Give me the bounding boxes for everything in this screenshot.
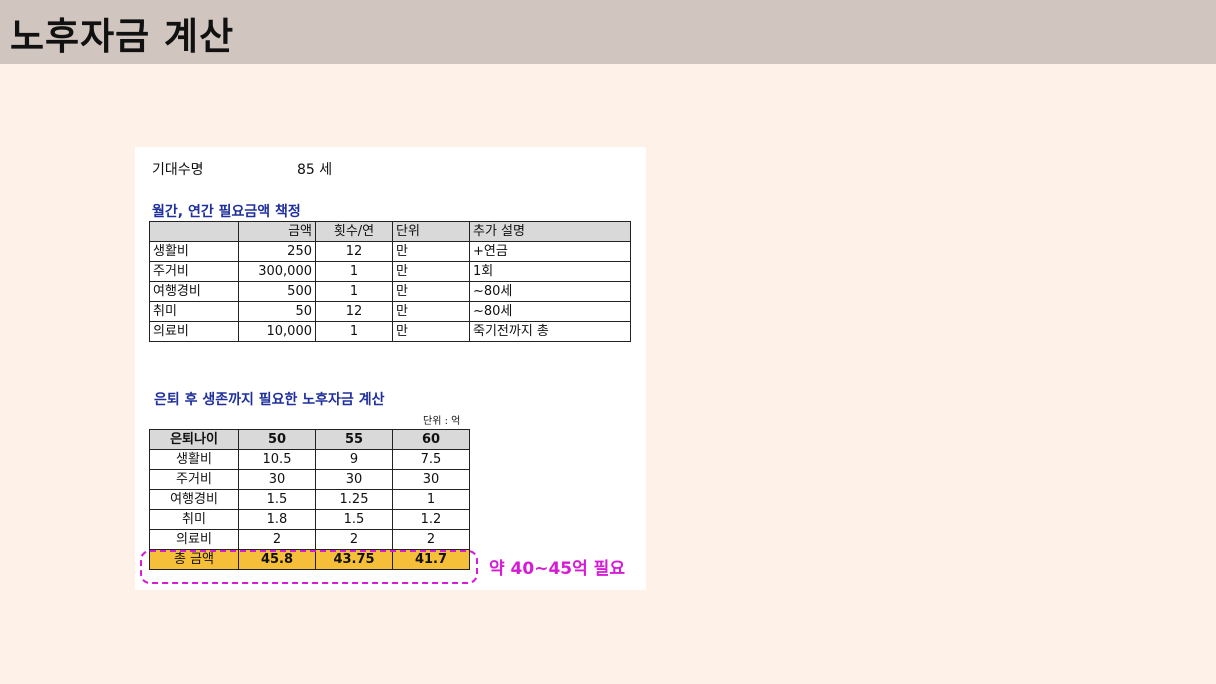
table-cell: 여행경비 [149, 281, 239, 302]
table-cell: 10,000 [238, 321, 316, 342]
retirement-fund-table: 은퇴나이 50 55 60 생활비 10.5 9 7.5 주거비 30 30 3… [149, 429, 470, 570]
table-cell: 1.8 [238, 509, 316, 530]
table-cell: 9 [315, 449, 393, 470]
table-header: 은퇴나이 [149, 429, 239, 450]
table-cell: 1.5 [315, 509, 393, 530]
table-cell: ~80세 [469, 301, 631, 322]
table-cell: 주거비 [149, 261, 239, 282]
life-expectancy-value: 85 세 [297, 162, 333, 178]
table-header: 60 [392, 429, 470, 450]
table-header: 추가 설명 [469, 221, 631, 242]
table-cell: 1 [315, 261, 393, 282]
table-row: 여행경비 1.5 1.25 1 [149, 489, 470, 510]
table-header: 횟수/연 [315, 221, 393, 242]
table-cell: 1회 [469, 261, 631, 282]
table-row: 생활비 250 12 만 +연금 [149, 241, 631, 262]
table-cell: 12 [315, 301, 393, 322]
table-cell: 만 [392, 301, 470, 322]
table-header-row: 금액 횟수/연 단위 추가 설명 [149, 221, 631, 242]
monthly-cost-table: 금액 횟수/연 단위 추가 설명 생활비 250 12 만 +연금 주거비 30… [149, 221, 631, 342]
table-cell: 250 [238, 241, 316, 262]
table-row: 의료비 10,000 1 만 죽기전까지 총 [149, 321, 631, 342]
table-cell: 50 [238, 301, 316, 322]
table-header: 금액 [238, 221, 316, 242]
page-title: 노후자금 계산 [10, 15, 235, 58]
table-cell: 10.5 [238, 449, 316, 470]
title-bar: 노후자금 계산 [0, 0, 1216, 64]
table-cell: 2 [315, 529, 393, 550]
table-cell: 여행경비 [149, 489, 239, 510]
table-cell: +연금 [469, 241, 631, 262]
table-cell: 의료비 [149, 529, 239, 550]
table-cell: 생활비 [149, 241, 239, 262]
table-row: 의료비 2 2 2 [149, 529, 470, 550]
table-header: 55 [315, 429, 393, 450]
table-cell: 만 [392, 261, 470, 282]
table-cell: 7.5 [392, 449, 470, 470]
table-cell: 1 [315, 321, 393, 342]
table-cell: 의료비 [149, 321, 239, 342]
table-cell: 취미 [149, 301, 239, 322]
table-row: 주거비 300,000 1 만 1회 [149, 261, 631, 282]
table-cell: 만 [392, 241, 470, 262]
table-cell: 1 [392, 489, 470, 510]
table-cell: 1.5 [238, 489, 316, 510]
table-cell: 30 [315, 469, 393, 490]
table-cell: 죽기전까지 총 [469, 321, 631, 342]
table-row: 취미 50 12 만 ~80세 [149, 301, 631, 322]
table-cell: 생활비 [149, 449, 239, 470]
table-cell: ~80세 [469, 281, 631, 302]
table-cell: 12 [315, 241, 393, 262]
monthly-section-title: 월간, 연간 필요금액 책정 [152, 204, 301, 220]
unit-note: 단위 : 억 [423, 416, 461, 427]
table-header: 단위 [392, 221, 470, 242]
table-row: 여행경비 500 1 만 ~80세 [149, 281, 631, 302]
table-cell: 2 [392, 529, 470, 550]
table-cell: 주거비 [149, 469, 239, 490]
table-cell: 1 [315, 281, 393, 302]
table-cell: 30 [238, 469, 316, 490]
table-cell: 2 [238, 529, 316, 550]
table-row: 주거비 30 30 30 [149, 469, 470, 490]
spreadsheet-image: 기대수명 85 세 월간, 연간 필요금액 책정 금액 횟수/연 단위 추가 설… [135, 147, 646, 590]
table-cell: 30 [392, 469, 470, 490]
table-cell: 취미 [149, 509, 239, 530]
table-cell: 만 [392, 321, 470, 342]
total-highlight-outline [140, 550, 478, 584]
table-header: 50 [238, 429, 316, 450]
table-row: 취미 1.8 1.5 1.2 [149, 509, 470, 530]
table-cell: 500 [238, 281, 316, 302]
table-cell: 300,000 [238, 261, 316, 282]
life-expectancy-label: 기대수명 [152, 162, 204, 178]
table-cell: 1.2 [392, 509, 470, 530]
table-header [149, 221, 239, 242]
table-cell: 1.25 [315, 489, 393, 510]
required-fund-callout: 약 40~45억 필요 [489, 559, 625, 579]
table-cell: 만 [392, 281, 470, 302]
table-row: 생활비 10.5 9 7.5 [149, 449, 470, 470]
retirement-section-title: 은퇴 후 생존까지 필요한 노후자금 계산 [154, 392, 385, 408]
table-header-row: 은퇴나이 50 55 60 [149, 429, 470, 450]
